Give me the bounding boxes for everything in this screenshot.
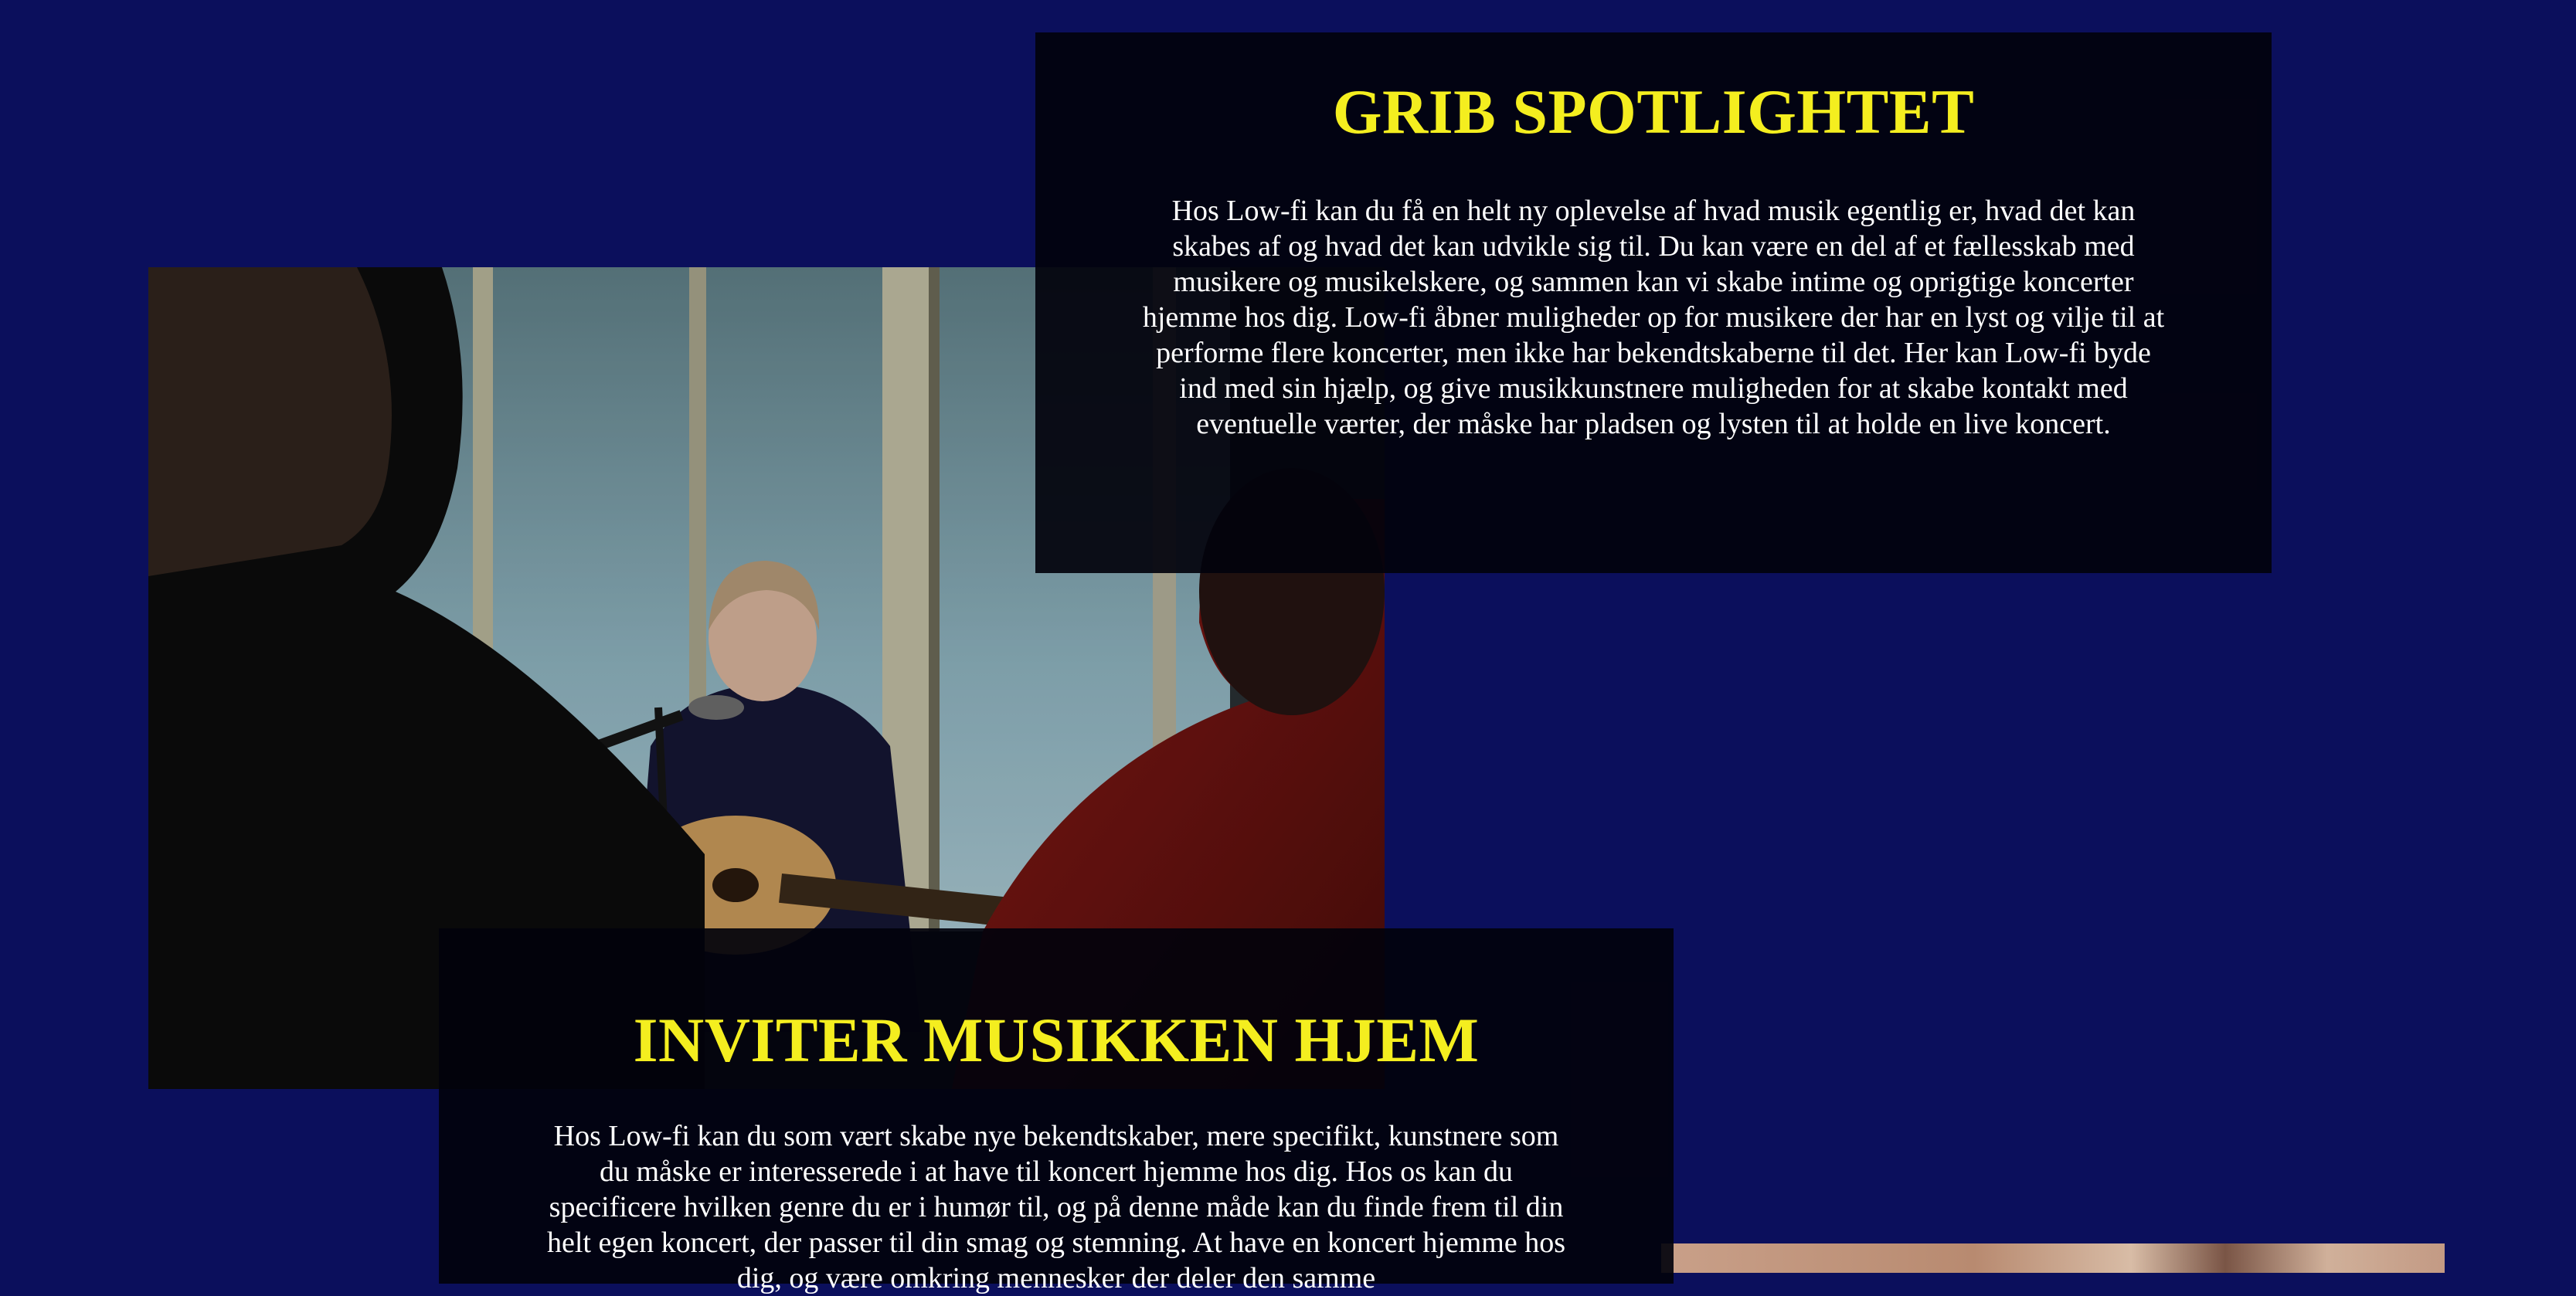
invite-text: Hos Low-fi kan du som vært skabe nye bek… bbox=[546, 1120, 1566, 1294]
spotlight-text: Hos Low-fi kan du få en helt ny oplevels… bbox=[1142, 195, 2165, 440]
spotlight-heading: GRIB SPOTLIGHTET bbox=[1332, 76, 1975, 147]
invite-section: INVITER MUSIKKEN HJEM Hos Low-fi kan du … bbox=[439, 928, 1674, 1294]
invite-heading: INVITER MUSIKKEN HJEM bbox=[633, 1005, 1480, 1075]
secondary-photo bbox=[1661, 1243, 2445, 1273]
spotlight-section: GRIB SPOTLIGHTET Hos Low-fi kan du få en… bbox=[1035, 32, 2272, 573]
